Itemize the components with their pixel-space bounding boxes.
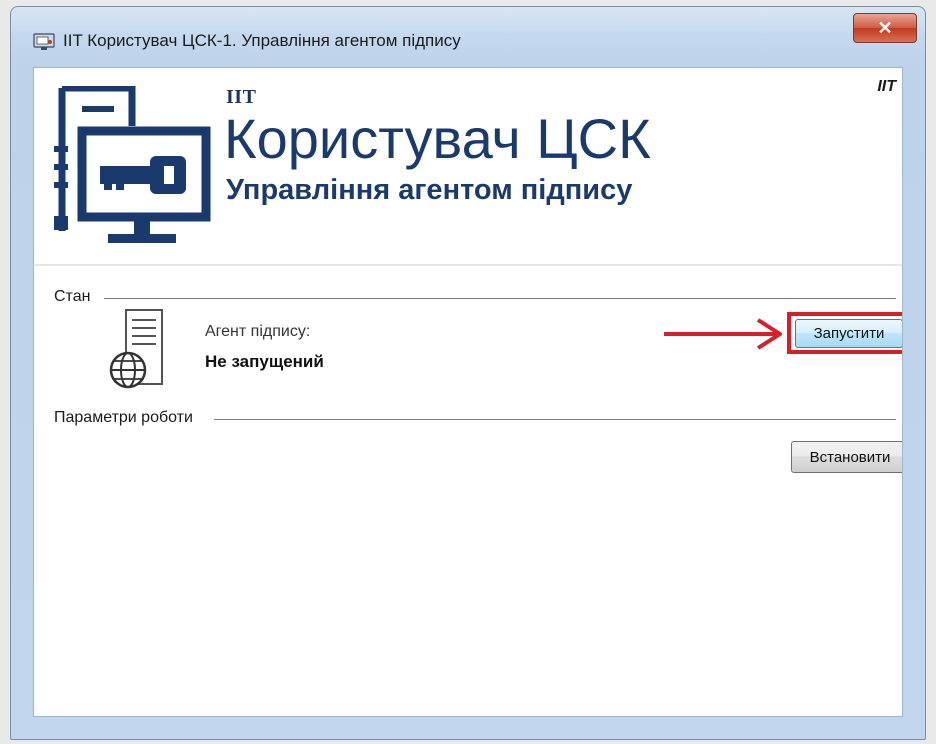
window-title: IIT Користувач ЦСК-1. Управління агентом…: [63, 31, 461, 50]
app-window: IIT Користувач ЦСК-1. Управління агентом…: [10, 6, 926, 740]
monitor-key-icon: [54, 86, 211, 243]
params-group-label: Параметри роботи: [54, 409, 201, 427]
brand-subtitle: Управління агентом підпису: [226, 174, 633, 206]
brand-title: Користувач ЦСК: [224, 107, 651, 170]
header-banner: IIT Користувач ЦСК Управління агентом пі…: [34, 68, 902, 265]
server-globe-icon: [109, 309, 163, 389]
arrow-icon: [664, 318, 782, 350]
brand-corner-logo: IIT: [877, 78, 896, 95]
agent-status-value: Не запущений: [205, 352, 324, 371]
computer-icon: [33, 33, 55, 50]
agent-label: Агент підпису:: [205, 323, 311, 340]
close-button[interactable]: ✕: [853, 13, 917, 43]
status-group-line: [104, 298, 896, 299]
client-area: IIT Користувач ЦСК Управління агентом пі…: [33, 67, 903, 717]
start-button[interactable]: Запустити: [795, 319, 902, 348]
close-icon: ✕: [877, 17, 893, 38]
install-button[interactable]: Встановити: [791, 441, 902, 473]
title-bar[interactable]: IIT Користувач ЦСК-1. Управління агентом…: [11, 7, 925, 67]
banner-divider: [34, 264, 902, 266]
params-group-line: [214, 419, 896, 420]
status-group-label: Стан: [54, 288, 99, 306]
